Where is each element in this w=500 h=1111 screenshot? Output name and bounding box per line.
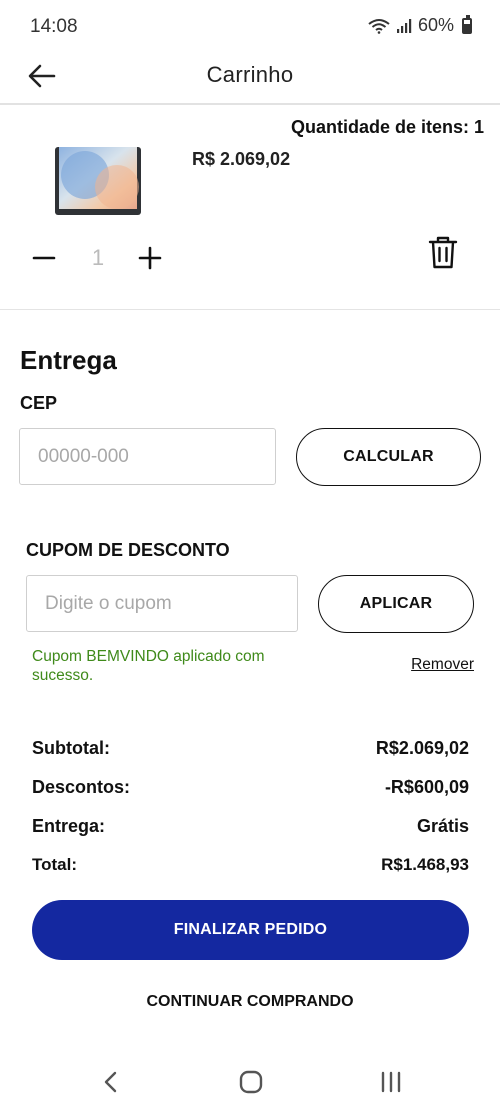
continue-shopping-button[interactable]: CONTINUAR COMPRANDO	[0, 993, 500, 1011]
coupon-success-message: Cupom BEMVINDO aplicado com sucesso.	[32, 648, 265, 684]
delivery-value: Grátis	[416, 816, 469, 836]
nav-recents-icon[interactable]	[376, 1068, 406, 1096]
subtotal-label: Subtotal:	[32, 738, 110, 758]
battery-percent: 60%	[417, 15, 454, 35]
cep-label: CEP	[20, 393, 58, 413]
discount-label: Descontos:	[32, 777, 131, 797]
nav-back-icon[interactable]	[97, 1068, 127, 1096]
apply-coupon-button[interactable]: APLICAR	[318, 575, 474, 633]
product-price: R$ 2.069,02	[192, 149, 291, 169]
status-bar: 14:08 60%	[0, 0, 500, 52]
app-header: Carrinho	[0, 52, 500, 105]
items-count-label: Quantidade de itens: 1	[290, 117, 484, 137]
delivery-row: Entrega: Grátis	[32, 816, 469, 837]
nav-home-icon[interactable]	[236, 1068, 266, 1096]
trash-icon[interactable]	[427, 235, 459, 271]
coupon-input[interactable]	[26, 575, 298, 632]
cep-input[interactable]	[19, 428, 276, 485]
remove-coupon-link[interactable]: Remover	[411, 656, 474, 674]
subtotal-row: Subtotal: R$2.069,02	[32, 738, 469, 759]
delivery-label: Entrega:	[32, 816, 106, 836]
finalize-order-button[interactable]: FINALIZAR PEDIDO	[32, 900, 469, 960]
minus-icon[interactable]	[30, 243, 60, 273]
delivery-title: Entrega	[20, 345, 117, 375]
total-value: R$1.468,93	[381, 855, 469, 874]
signal-icon	[396, 18, 412, 33]
coupon-label: CUPOM DE DESCONTO	[26, 540, 230, 560]
plus-icon[interactable]	[136, 243, 166, 273]
status-icons: 60%	[368, 14, 472, 36]
discount-value: -R$600,09	[384, 777, 469, 797]
calculate-button[interactable]: CALCULAR	[296, 428, 481, 486]
quantity-value: 1	[91, 245, 105, 270]
total-label: Total:	[32, 855, 78, 874]
wifi-icon	[368, 18, 390, 34]
system-nav-bar	[0, 1050, 500, 1111]
page-title: Carrinho	[206, 62, 294, 87]
product-image[interactable]	[55, 147, 141, 215]
status-time: 14:08	[30, 16, 78, 37]
section-divider	[0, 309, 500, 310]
total-row: Total: R$1.468,93	[32, 855, 469, 875]
subtotal-value: R$2.069,02	[375, 738, 469, 758]
discount-row: Descontos: -R$600,09	[32, 777, 469, 798]
battery-icon	[462, 14, 472, 34]
